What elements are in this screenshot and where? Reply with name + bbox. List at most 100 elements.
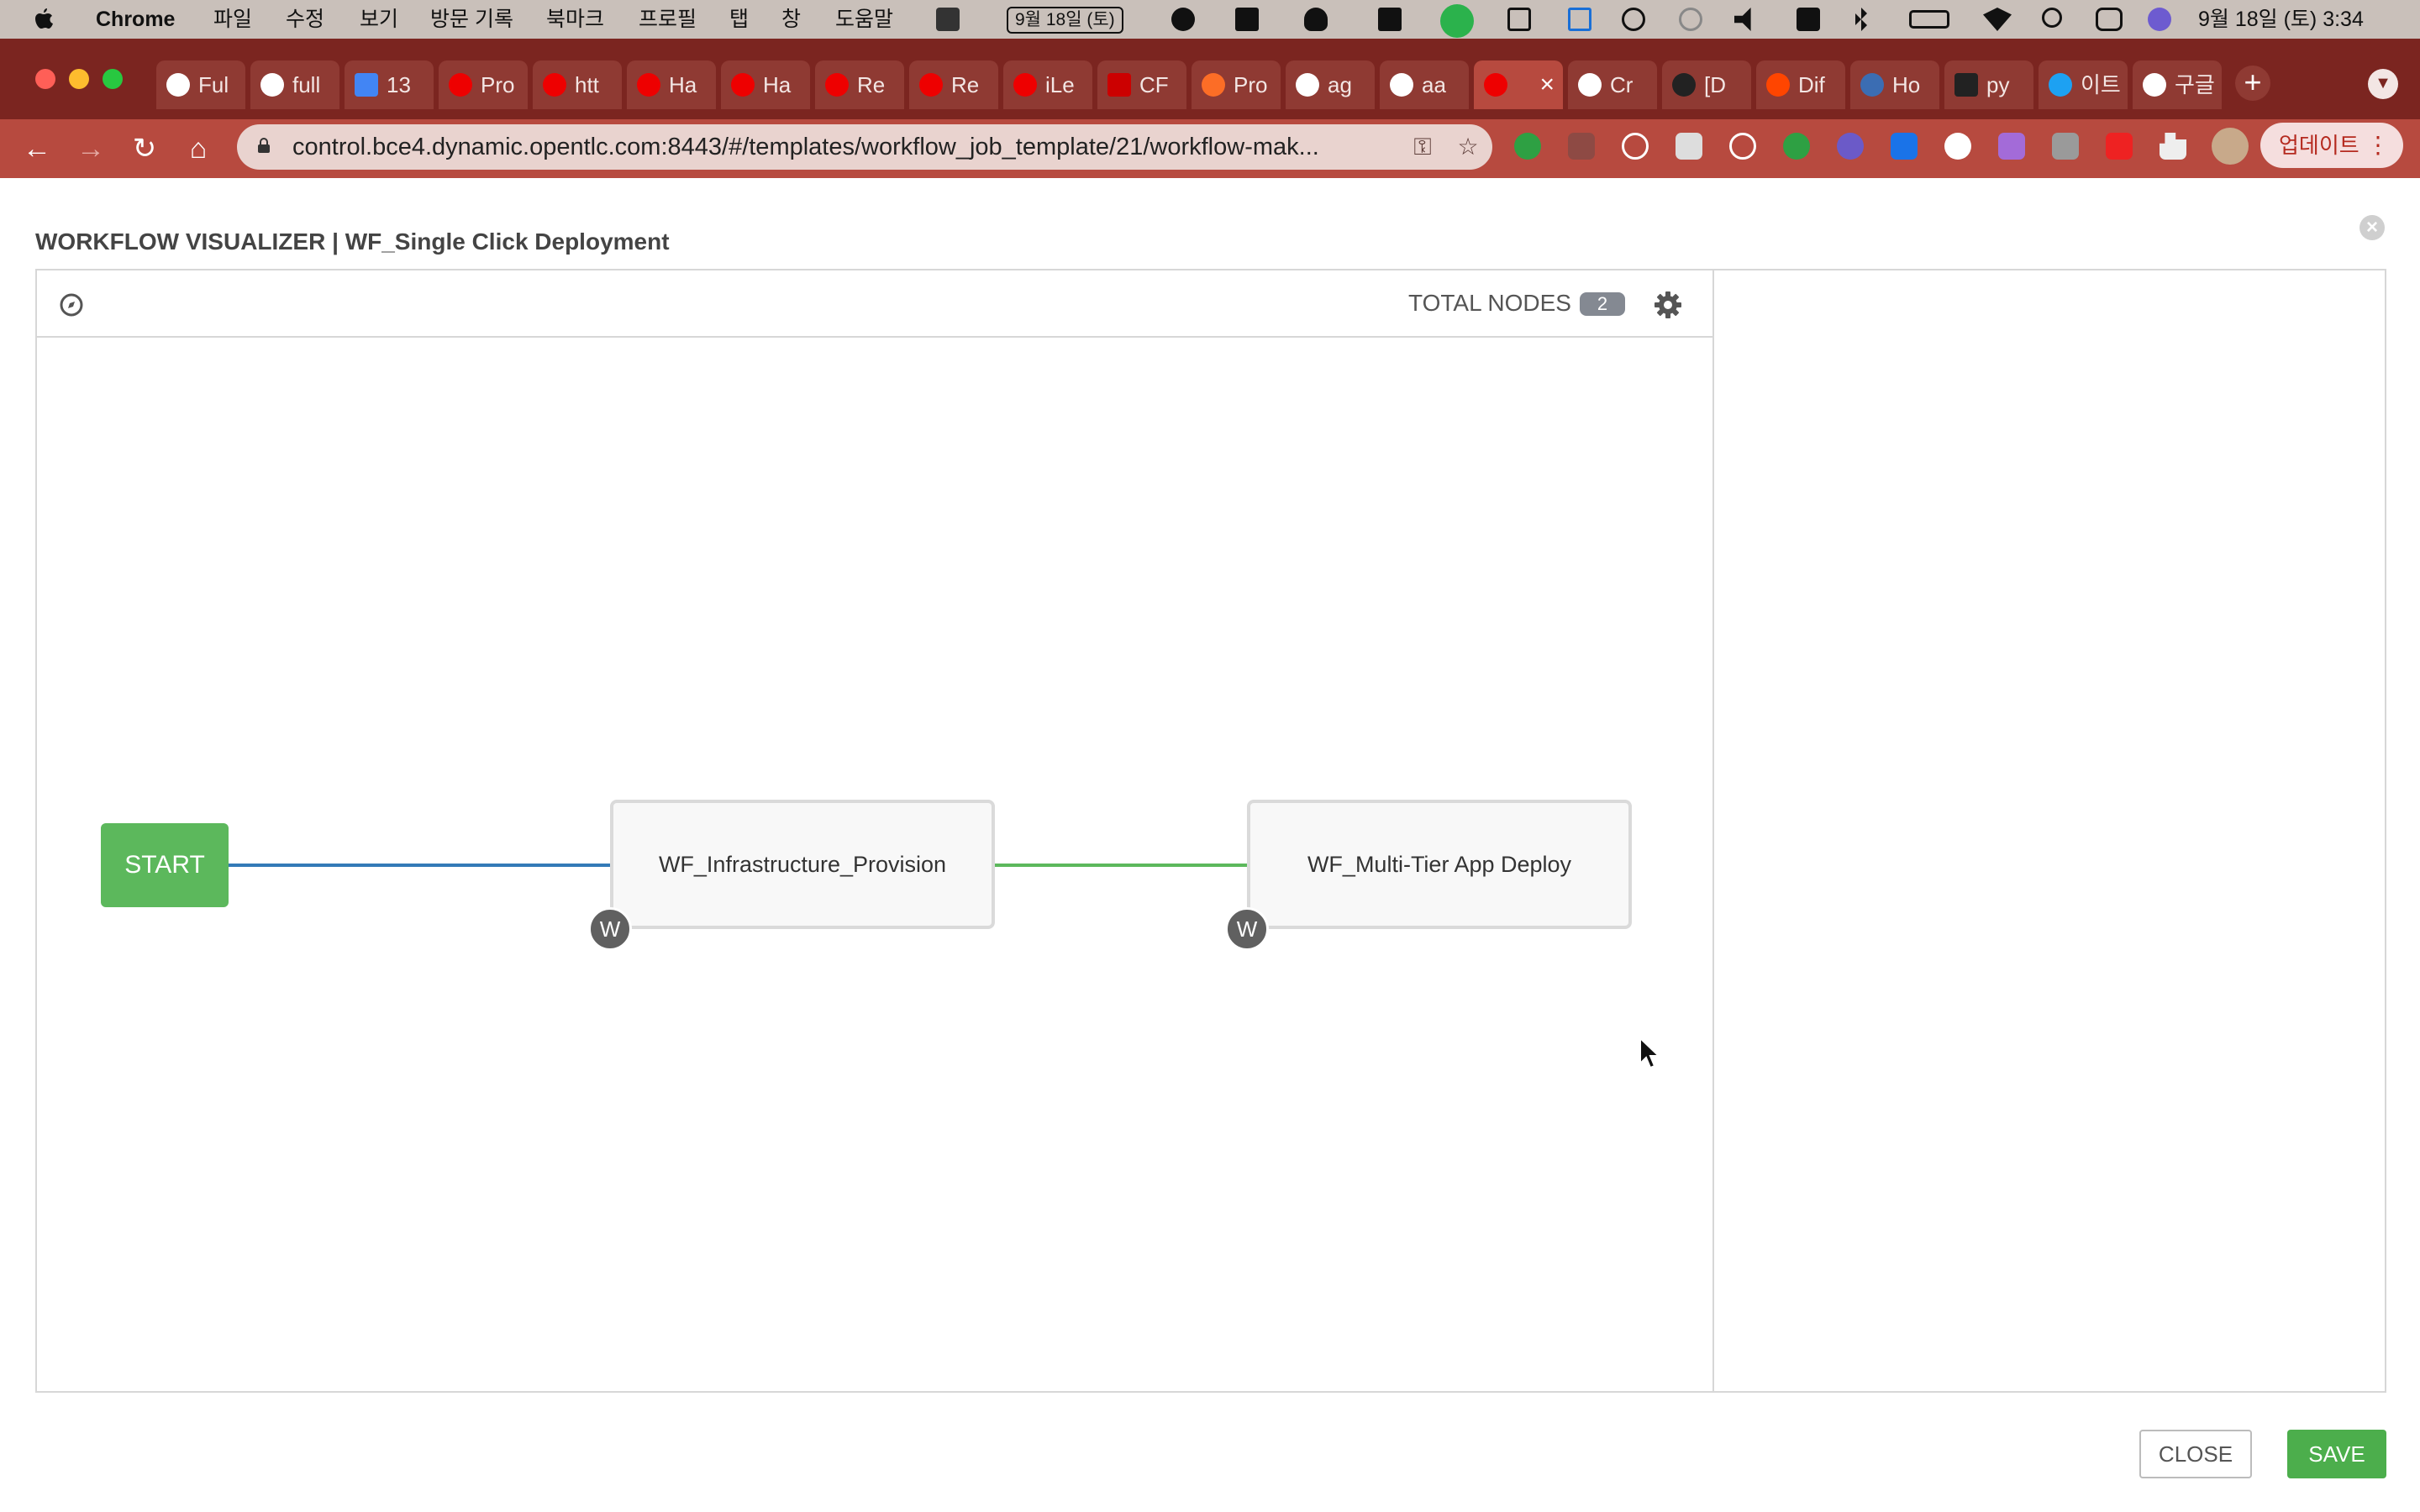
menu-file[interactable]: 파일 <box>213 0 252 39</box>
window-icon[interactable] <box>1507 8 1531 31</box>
browser-tab-active[interactable]: × <box>1474 60 1563 109</box>
browser-tab[interactable]: Re <box>909 60 998 109</box>
search-icon[interactable] <box>2042 8 2062 28</box>
workflow-type-badge: W <box>588 907 632 951</box>
extension-icon[interactable] <box>1837 133 1864 160</box>
gitlab-icon <box>1202 73 1225 97</box>
menu-edit[interactable]: 수정 <box>286 0 324 39</box>
tab-close-icon[interactable]: × <box>1539 60 1555 109</box>
target-icon[interactable] <box>1729 133 1756 160</box>
search-site-icon <box>1954 73 1978 97</box>
menu-profiles[interactable]: 프로필 <box>639 0 697 39</box>
window-close-icon[interactable] <box>35 69 55 89</box>
menu-help[interactable]: 도움말 <box>835 0 893 39</box>
hat-icon[interactable] <box>1304 8 1328 31</box>
battery-icon[interactable] <box>1909 10 1949 29</box>
browser-tab[interactable]: iLe <box>1003 60 1092 109</box>
more-icon: ⋮ <box>2366 132 2390 158</box>
success-edge[interactable] <box>995 864 1249 867</box>
close-button[interactable]: CLOSE <box>2139 1430 2252 1478</box>
bluetooth-icon[interactable] <box>1855 8 1867 31</box>
extension-icon[interactable] <box>1568 133 1595 160</box>
browser-tab[interactable]: CF <box>1097 60 1186 109</box>
menu-window[interactable]: 창 <box>781 0 801 39</box>
browser-tab[interactable]: Re <box>815 60 904 109</box>
browser-tab[interactable]: 이트 <box>2039 60 2128 109</box>
extension-icon[interactable] <box>2106 133 2133 160</box>
address-bar[interactable]: control.bce4.dynamic.opentlc.com:8443/#/… <box>237 124 1492 170</box>
browser-tab[interactable]: Pro <box>1192 60 1281 109</box>
workflow-node[interactable]: WF_Infrastructure_Provision <box>610 800 995 929</box>
input-source-icon[interactable] <box>1797 8 1820 31</box>
key-icon[interactable]: ⚿ <box>1408 133 1437 161</box>
apple-icon[interactable] <box>34 7 54 32</box>
lock-icon <box>258 138 270 153</box>
node-label: WF_Multi-Tier App Deploy <box>1307 852 1572 877</box>
browser-tab[interactable]: htt <box>533 60 622 109</box>
dictionary-icon[interactable] <box>936 8 960 31</box>
bi-icon[interactable] <box>1235 8 1259 31</box>
browser-tab[interactable]: Ha <box>627 60 716 109</box>
browser-tab[interactable]: Ho <box>1850 60 1939 109</box>
home-button[interactable]: ⌂ <box>173 119 224 178</box>
date-badge[interactable]: 9월 18일 (토) <box>1007 7 1123 34</box>
avatar[interactable] <box>2212 128 2249 165</box>
notification-icon[interactable] <box>1171 8 1195 31</box>
volume-icon[interactable] <box>1734 8 1751 31</box>
github-icon <box>1296 73 1319 97</box>
wifi-icon[interactable] <box>1983 8 2012 31</box>
extension-icon[interactable] <box>1783 133 1810 160</box>
gear-icon[interactable] <box>1654 291 1682 319</box>
forward-button[interactable]: → <box>66 119 116 178</box>
browser-tab[interactable]: ag <box>1286 60 1375 109</box>
save-button[interactable]: SAVE <box>2287 1430 2386 1478</box>
control-center-icon[interactable] <box>2096 8 2123 31</box>
extension-icon[interactable] <box>1944 133 1971 160</box>
window-zoom-icon[interactable] <box>103 69 123 89</box>
extension-icon[interactable] <box>1998 133 2025 160</box>
browser-tab[interactable]: py <box>1944 60 2033 109</box>
clock[interactable]: 9월 18일 (토) 3:34 <box>2198 0 2364 39</box>
browser-tab[interactable]: Cr <box>1568 60 1657 109</box>
evernote-icon[interactable] <box>1514 133 1541 160</box>
extension-icon[interactable] <box>1891 133 1918 160</box>
play-icon[interactable] <box>1622 8 1645 31</box>
browser-tab[interactable]: Ful <box>156 60 245 109</box>
compass-icon[interactable] <box>59 292 84 318</box>
menu-tab[interactable]: 탭 <box>729 0 749 39</box>
start-node[interactable]: START <box>101 823 229 907</box>
app-name[interactable]: Chrome <box>96 0 175 39</box>
modal-close-icon[interactable]: × <box>2360 215 2385 240</box>
browser-tab[interactable]: [D <box>1662 60 1751 109</box>
airdrop-icon[interactable] <box>1679 8 1702 31</box>
tab-search-button[interactable]: ▼ <box>2368 69 2398 99</box>
redhat-icon <box>825 73 849 97</box>
update-button[interactable]: 업데이트 ⋮ <box>2260 123 2403 168</box>
browser-tab[interactable]: 구글 <box>2133 60 2222 109</box>
siri-icon[interactable] <box>2148 8 2171 31</box>
window-minimize-icon[interactable] <box>69 69 89 89</box>
browser-tab[interactable]: 13 <box>345 60 434 109</box>
browser-tab[interactable]: Pro <box>439 60 528 109</box>
menu-bookmarks[interactable]: 북마크 <box>546 0 604 39</box>
layout-icon[interactable] <box>1378 8 1402 31</box>
bookmark-star-icon[interactable]: ☆ <box>1454 133 1482 161</box>
react-icon[interactable] <box>1622 133 1649 160</box>
browser-tab[interactable]: Ha <box>721 60 810 109</box>
back-button[interactable]: ← <box>12 119 62 178</box>
browser-tab[interactable]: aa <box>1380 60 1469 109</box>
new-tab-button[interactable]: + <box>2235 66 2270 101</box>
extension-icon[interactable] <box>1676 133 1702 160</box>
menu-view[interactable]: 보기 <box>360 0 398 39</box>
extension-icon[interactable] <box>2052 133 2079 160</box>
check-app-icon[interactable] <box>1440 4 1474 38</box>
reload-button[interactable]: ↻ <box>119 119 170 178</box>
menu-history[interactable]: 방문 기록 <box>430 0 513 39</box>
screen-icon[interactable] <box>1568 8 1591 31</box>
total-nodes-count: 2 <box>1580 292 1625 316</box>
workflow-node[interactable]: WF_Multi-Tier App Deploy <box>1247 800 1632 929</box>
browser-tab[interactable]: Dif <box>1756 60 1845 109</box>
start-edge[interactable] <box>229 864 610 867</box>
url-text[interactable]: control.bce4.dynamic.opentlc.com:8443/#/… <box>292 124 1319 170</box>
browser-tab[interactable]: full <box>250 60 339 109</box>
